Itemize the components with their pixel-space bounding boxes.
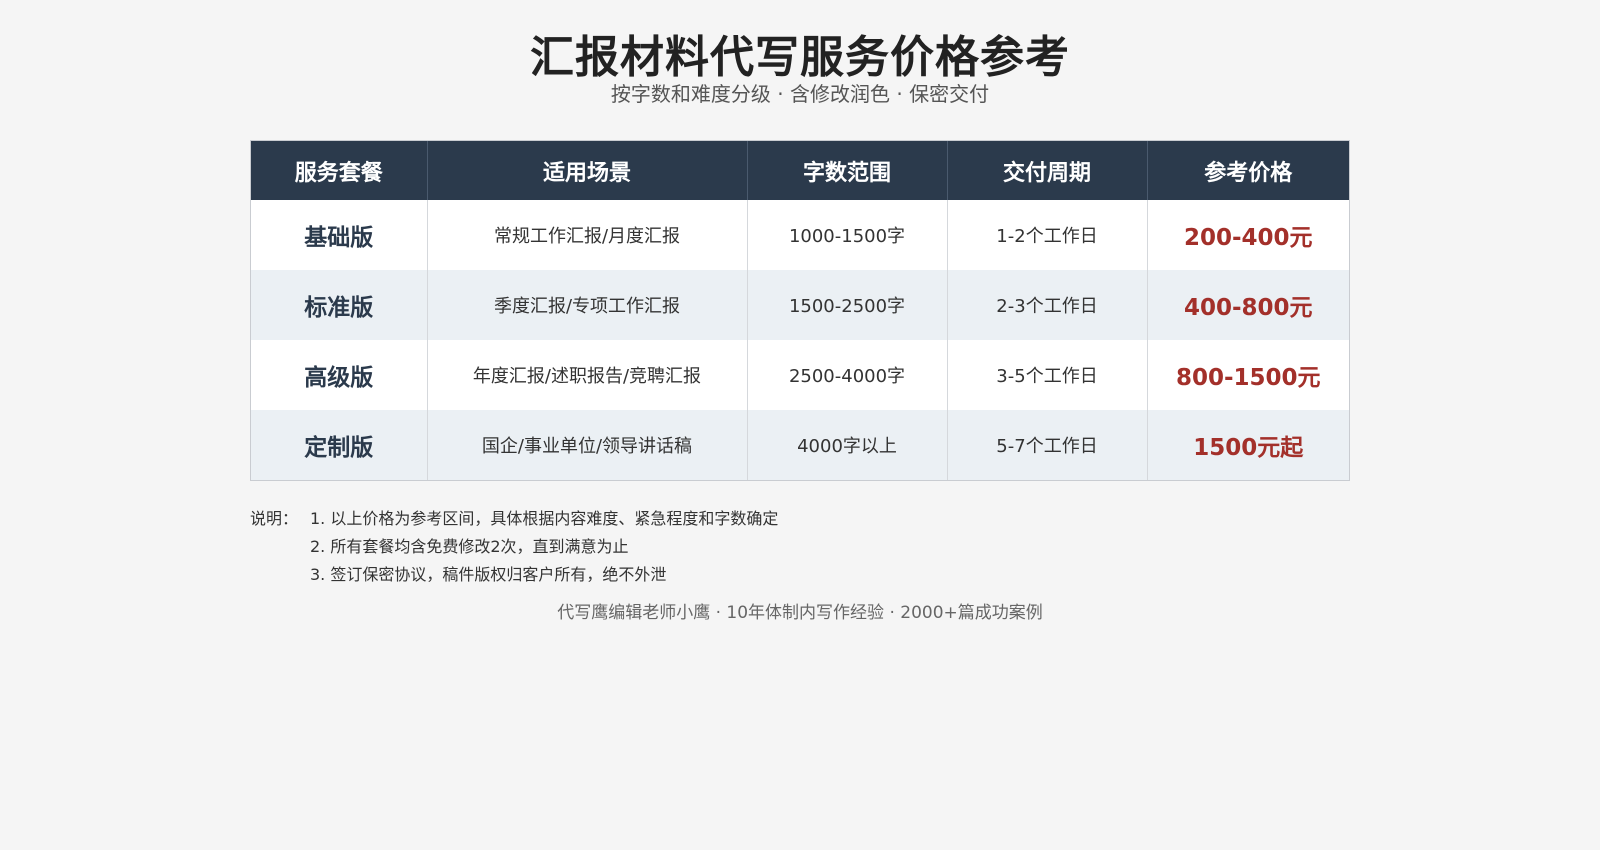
scene-cell: 季度汇报/专项工作汇报	[427, 270, 748, 340]
scene-cell: 国企/事业单位/领导讲话稿	[427, 410, 748, 480]
package-name: 基础版	[251, 200, 428, 270]
price-cell: 200-400元	[1147, 200, 1349, 270]
words-cell: 1000-1500字	[747, 200, 948, 270]
notes-label-spacer	[250, 533, 310, 561]
price-table: 服务套餐 适用场景 字数范围 交付周期 参考价格 基础版 常规工作汇报/月度汇报…	[251, 141, 1349, 480]
page-subtitle: 按字数和难度分级 · 含修改润色 · 保密交付	[610, 82, 990, 106]
table-row: 高级版 年度汇报/述职报告/竞聘汇报 2500-4000字 3-5个工作日 80…	[251, 340, 1349, 410]
table-header-row: 服务套餐 适用场景 字数范围 交付周期 参考价格	[251, 141, 1349, 200]
note-item: 1. 以上价格为参考区间，具体根据内容难度、紧急程度和字数确定	[310, 509, 779, 528]
words-cell: 1500-2500字	[747, 270, 948, 340]
column-header-scene: 适用场景	[427, 141, 748, 200]
column-header-words: 字数范围	[747, 141, 948, 200]
period-cell: 3-5个工作日	[947, 340, 1148, 410]
words-cell: 2500-4000字	[747, 340, 948, 410]
page-title: 汇报材料代写服务价格参考	[530, 32, 1070, 83]
table-row: 基础版 常规工作汇报/月度汇报 1000-1500字 1-2个工作日 200-4…	[251, 200, 1349, 270]
note-row: 2. 所有套餐均含免费修改2次，直到满意为止	[250, 533, 778, 561]
footer-credit: 代写鹰编辑老师小鹰 · 10年体制内写作经验 · 2000+篇成功案例	[557, 603, 1043, 623]
note-row: 说明： 1. 以上价格为参考区间，具体根据内容难度、紧急程度和字数确定	[250, 505, 778, 533]
price-cell: 1500元起	[1147, 410, 1349, 480]
scene-cell: 常规工作汇报/月度汇报	[427, 200, 748, 270]
note-item: 2. 所有套餐均含免费修改2次，直到满意为止	[310, 537, 629, 556]
column-header-package: 服务套餐	[251, 141, 428, 200]
scene-cell: 年度汇报/述职报告/竞聘汇报	[427, 340, 748, 410]
price-table-container: 服务套餐 适用场景 字数范围 交付周期 参考价格 基础版 常规工作汇报/月度汇报…	[250, 140, 1350, 481]
note-row: 3. 签订保密协议，稿件版权归客户所有，绝不外泄	[250, 561, 778, 589]
words-cell: 4000字以上	[747, 410, 948, 480]
column-header-price: 参考价格	[1147, 141, 1349, 200]
period-cell: 1-2个工作日	[947, 200, 1148, 270]
notes-label: 说明：	[250, 509, 299, 528]
price-cell: 400-800元	[1147, 270, 1349, 340]
note-item: 3. 签订保密协议，稿件版权归客户所有，绝不外泄	[310, 565, 667, 584]
page: 汇报材料代写服务价格参考 按字数和难度分级 · 含修改润色 · 保密交付 服务套…	[0, 0, 1600, 850]
period-cell: 2-3个工作日	[947, 270, 1148, 340]
column-header-period: 交付周期	[947, 141, 1148, 200]
package-name: 定制版	[251, 410, 428, 480]
notes-section: 说明： 1. 以上价格为参考区间，具体根据内容难度、紧急程度和字数确定 2. 所…	[250, 505, 778, 589]
package-name: 标准版	[251, 270, 428, 340]
period-cell: 5-7个工作日	[947, 410, 1148, 480]
notes-label-spacer	[250, 561, 310, 589]
price-cell: 800-1500元	[1147, 340, 1349, 410]
table-row: 标准版 季度汇报/专项工作汇报 1500-2500字 2-3个工作日 400-8…	[251, 270, 1349, 340]
table-row: 定制版 国企/事业单位/领导讲话稿 4000字以上 5-7个工作日 1500元起	[251, 410, 1349, 480]
package-name: 高级版	[251, 340, 428, 410]
